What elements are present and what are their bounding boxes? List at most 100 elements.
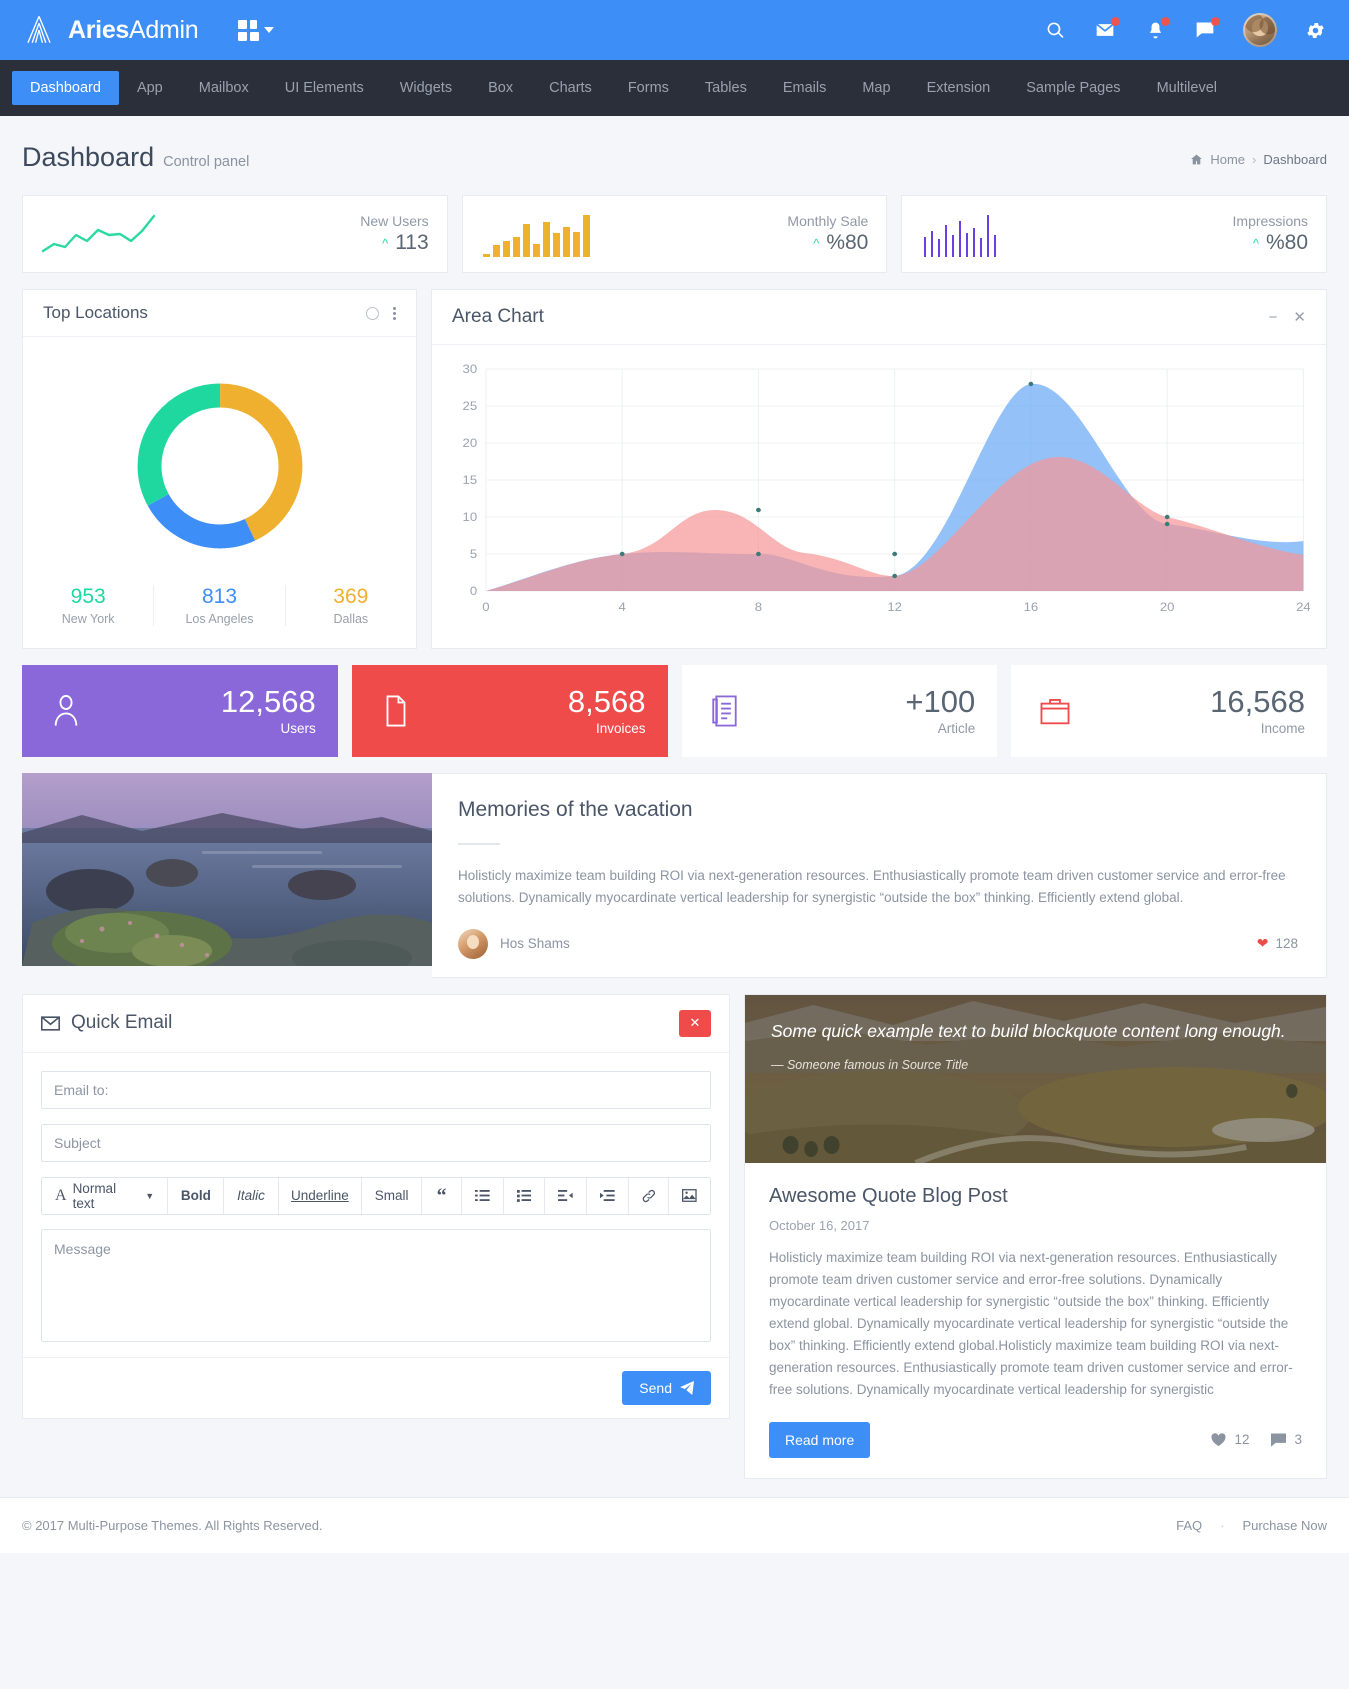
refresh-circle-icon[interactable] [366, 306, 379, 320]
nav-item-extension[interactable]: Extension [909, 71, 1009, 105]
new-york-value: 953 [70, 585, 106, 608]
blog-text: Holisticly maximize team building ROI vi… [769, 1249, 1293, 1397]
purchase-now-link[interactable]: Purchase Now [1242, 1518, 1327, 1533]
nav-item-box[interactable]: Box [470, 71, 531, 105]
impressions-meta: Impressions ^ %80 [1233, 213, 1308, 255]
italic-button[interactable]: Italic [224, 1177, 279, 1214]
nav-item-widgets[interactable]: Widgets [382, 71, 470, 105]
new-users-label: New Users [360, 213, 429, 229]
svg-text:4: 4 [619, 601, 626, 614]
nav-item-app[interactable]: App [119, 71, 181, 105]
top-bar: AriesAdmin [0, 0, 1349, 60]
underline-button[interactable]: Underline [278, 1177, 363, 1214]
bell-badge-dot [1161, 17, 1170, 26]
blog-post-card: Some quick example text to build blockqu… [744, 993, 1327, 1479]
send-button[interactable]: Send [622, 1370, 711, 1405]
brand-name: AriesAdmin [68, 16, 199, 45]
nav-item-map[interactable]: Map [844, 71, 908, 105]
page-title: Dashboard [22, 142, 155, 172]
subject-input[interactable] [41, 1123, 711, 1162]
author-avatar [458, 928, 488, 959]
svg-text:0: 0 [470, 585, 477, 598]
breadcrumb: Home › Dashboard [1190, 152, 1327, 167]
info-box-users[interactable]: 12,568 Users [22, 665, 338, 757]
memories-body: Memories of the vacation Holisticly maxi… [432, 773, 1327, 978]
image-button[interactable] [669, 1177, 710, 1214]
quick-email-footer: Send [23, 1356, 729, 1418]
content-wrap: New Users ^ 113 Monthly Sale ^ %80 Impre… [0, 195, 1349, 1479]
quick-email-title: Quick Email [71, 1012, 173, 1034]
envelope-badge-dot [1111, 17, 1120, 26]
paper-plane-icon [680, 1380, 694, 1395]
gear-icon[interactable] [1303, 18, 1327, 42]
more-options-icon[interactable] [393, 306, 396, 320]
nav-item-sample-pages[interactable]: Sample Pages [1008, 71, 1138, 105]
search-icon[interactable] [1043, 18, 1067, 42]
new-users-meta: New Users ^ 113 [360, 213, 428, 255]
info-box-income[interactable]: 16,568 Income [1011, 665, 1327, 757]
blog-comments[interactable]: 3 [1271, 1432, 1302, 1447]
brand-logo-area[interactable]: AriesAdmin [22, 13, 199, 47]
blockquote-button[interactable]: “ [422, 1177, 463, 1214]
nav-item-dashboard[interactable]: Dashboard [12, 71, 119, 105]
outdent-button[interactable] [545, 1177, 588, 1214]
nav-item-mailbox[interactable]: Mailbox [181, 71, 267, 105]
area-chart-card: Area Chart − ✕ 30 25 20 15 10 5 0 0 4 8 … [431, 289, 1327, 649]
unordered-list-button[interactable] [462, 1177, 504, 1214]
envelope-icon[interactable] [1093, 17, 1120, 42]
bell-icon[interactable] [1143, 17, 1170, 42]
chevron-down-icon: ▼ [145, 1190, 155, 1201]
stat-card-impressions[interactable]: Impressions ^ %80 [901, 195, 1328, 273]
memories-divider [458, 843, 500, 845]
bold-button[interactable]: Bold [168, 1177, 225, 1214]
users-label: Users [280, 720, 316, 736]
memories-likes[interactable]: ❤ 128 [1257, 935, 1298, 952]
dashboard-page: AriesAdmin Dashboard App Mailbox UI Elem… [0, 0, 1349, 1553]
close-icon[interactable]: ✕ [1293, 310, 1306, 325]
quick-email-body: A Normal text ▼ Bold Italic Underline Sm… [23, 1053, 729, 1357]
ordered-list-button[interactable] [503, 1177, 546, 1214]
nav-item-tables[interactable]: Tables [687, 71, 765, 105]
nav-item-emails[interactable]: Emails [765, 71, 845, 105]
read-more-button[interactable]: Read more [769, 1421, 871, 1458]
indent-button[interactable] [587, 1177, 629, 1214]
info-boxes-row: 12,568 Users 8,568 Invoices +100 Article… [22, 665, 1327, 757]
nav-item-forms[interactable]: Forms [610, 71, 687, 105]
svg-text:20: 20 [463, 437, 478, 450]
grid-menu-toggle[interactable] [238, 19, 275, 41]
blog-likes[interactable]: 12 [1211, 1432, 1249, 1447]
info-box-article[interactable]: +100 Article [681, 665, 998, 757]
los-angeles-label: Los Angeles [185, 612, 254, 626]
chevron-down-icon [264, 27, 275, 33]
small-button[interactable]: Small [362, 1177, 423, 1214]
comment-icon [1271, 1433, 1287, 1447]
link-button[interactable] [628, 1177, 670, 1214]
outdent-icon [558, 1190, 574, 1202]
quick-email-title-wrap: Quick Email [41, 1012, 172, 1034]
top-locations-header: Top Locations [23, 290, 416, 337]
info-box-invoices[interactable]: 8,568 Invoices [351, 665, 668, 757]
svg-text:25: 25 [463, 400, 478, 413]
message-textarea[interactable] [41, 1228, 711, 1342]
top-locations-actions [366, 306, 396, 320]
stat-card-new-users[interactable]: New Users ^ 113 [22, 195, 448, 273]
email-to-input[interactable] [41, 1070, 711, 1109]
quick-email-close-button[interactable]: ✕ [679, 1009, 711, 1037]
faq-link[interactable]: FAQ [1176, 1518, 1202, 1533]
avatar[interactable] [1243, 13, 1277, 47]
file-icon [374, 689, 418, 733]
minimize-icon[interactable]: − [1269, 310, 1278, 325]
nav-item-multilevel[interactable]: Multilevel [1139, 71, 1235, 105]
nav-item-charts[interactable]: Charts [531, 71, 610, 105]
memories-author[interactable]: Hos Shams [458, 928, 570, 959]
stat-card-monthly-sale[interactable]: Monthly Sale ^ %80 [461, 195, 888, 273]
text-style-dropdown[interactable]: A Normal text ▼ [42, 1177, 169, 1214]
nav-item-ui-elements[interactable]: UI Elements [267, 71, 382, 105]
income-label: Income [1260, 720, 1305, 736]
memories-image [22, 773, 432, 966]
dallas-label: Dallas [333, 612, 369, 626]
breadcrumb-home[interactable]: Home [1210, 152, 1245, 167]
font-icon: A [55, 1186, 67, 1204]
chat-icon[interactable] [1193, 17, 1220, 42]
svg-text:8: 8 [755, 601, 762, 614]
